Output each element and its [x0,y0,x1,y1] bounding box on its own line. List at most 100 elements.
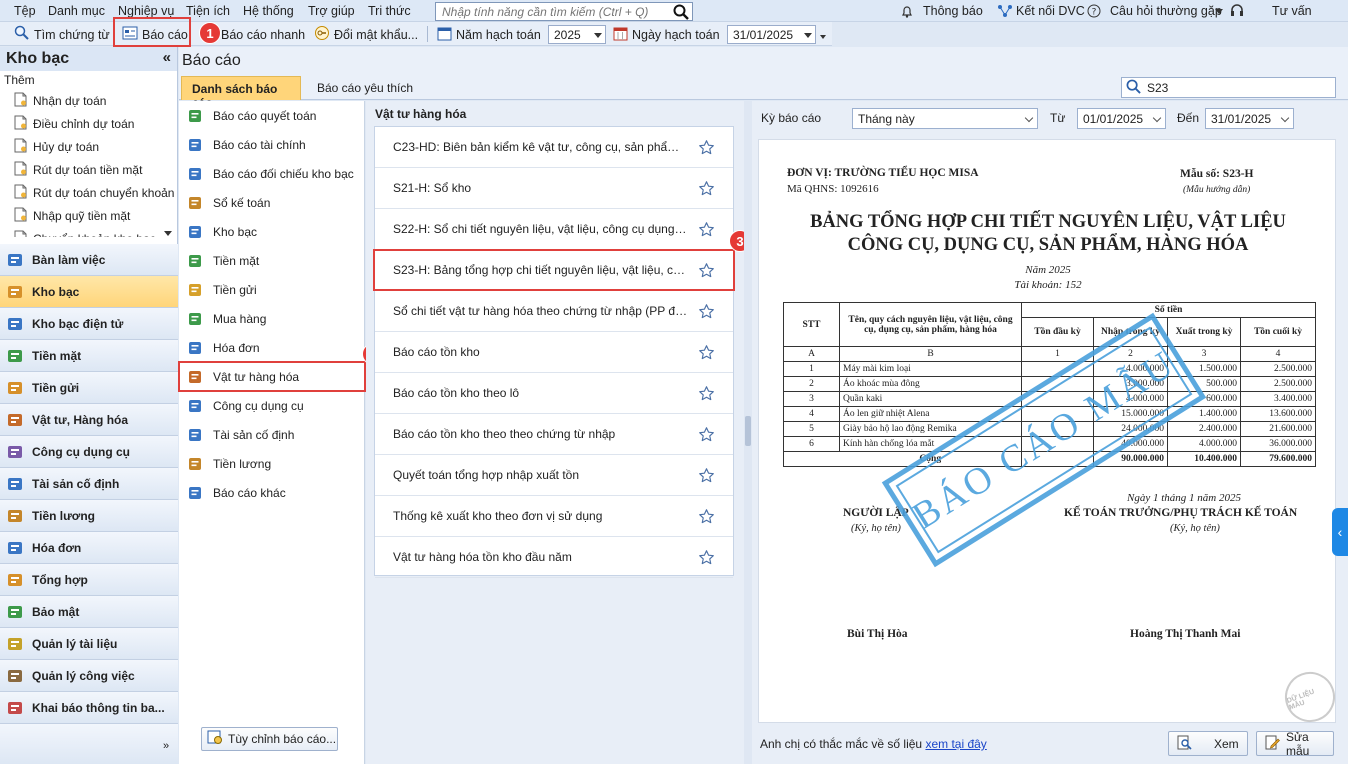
nav-item-declaration[interactable]: Khai báo thông tin ba... [0,692,178,724]
question-icon[interactable]: ? [1087,4,1101,21]
nav-item-summary[interactable]: Tổng hợp [0,564,178,596]
tab-report-list[interactable]: Danh sách báo cáo [181,76,301,110]
menu-system[interactable]: Hệ thống [243,4,294,18]
nav-item-tools[interactable]: Công cụ dụng cụ [0,436,178,468]
customize-report-button[interactable]: Tùy chỉnh báo cáo... [201,727,338,751]
more-label[interactable]: Thêm [0,71,177,89]
double-chevron-down-icon[interactable]: » [163,740,169,752]
star-icon[interactable] [698,139,715,159]
star-icon[interactable] [698,180,715,200]
report-item[interactable]: Thống kê xuất kho theo đơn vị sử dụng [375,496,733,537]
side-expand-tab[interactable]: ‹ [1332,508,1348,556]
report-item[interactable]: Sổ chi tiết vật tư hàng hóa theo chứng t… [375,291,733,332]
category-item[interactable]: Hóa đơn [179,333,365,362]
search-icon[interactable] [673,4,689,23]
feature-search-input[interactable] [436,3,664,20]
menu-catalog[interactable]: Danh mục [48,4,105,18]
nav-item-tasks[interactable]: Quản lý công việc [0,660,178,692]
left-sub-item[interactable]: Điều chỉnh dự toán [0,112,177,135]
faq-link[interactable]: Câu hỏi thường gặp [1110,4,1222,18]
double-chevron-left-icon[interactable]: « [163,49,171,66]
support-link[interactable]: Tư vấn [1272,4,1312,18]
left-sub-item[interactable]: Hủy dự toán [0,135,177,158]
nav-item-label: Tổng hợp [32,572,88,587]
nav-item-security[interactable]: Bảo mật [0,596,178,628]
left-sub-item[interactable]: Nhận dự toán [0,89,177,112]
category-item[interactable]: Sổ kế toán [179,188,365,217]
view-button[interactable]: Xem [1168,731,1248,756]
headset-icon[interactable] [1229,3,1245,21]
posting-date-select[interactable]: 31/01/2025 [727,25,816,44]
nav-item-invoice[interactable]: Hóa đơn [0,532,178,564]
category-item[interactable]: Tiền lương [179,449,365,478]
menu-utilities[interactable]: Tiện ích [186,4,230,18]
category-item[interactable]: Tiền mặt [179,246,365,275]
report-item[interactable]: C23-HD: Biên bản kiểm kê vật tư, công cụ… [375,127,733,168]
category-item[interactable]: Báo cáo đối chiếu kho bạc [179,159,365,188]
from-date-select[interactable]: 01/01/2025 [1077,108,1166,129]
nav-item-payroll[interactable]: Tiền lương [0,500,178,532]
category-item[interactable]: Tiền gửi [179,275,365,304]
period-select[interactable]: Tháng này [852,108,1038,129]
left-sub-item[interactable]: Nhập quỹ tiền mặt [0,204,177,227]
report-item[interactable]: Báo cáo tồn kho theo theo chứng từ nhập [375,414,733,455]
edit-template-button[interactable]: Sửa mẫu [1256,730,1334,758]
splitter-grip-icon[interactable] [745,416,751,446]
nav-item-label: Tài sản cố định [32,476,120,491]
category-item[interactable]: Công cụ dụng cụ [179,391,365,420]
report-item[interactable]: Báo cáo tồn kho [375,332,733,373]
report-item[interactable]: Vật tư hàng hóa tồn kho đầu năm [375,537,733,578]
report-item[interactable]: Quyết toán tổng hợp nhập xuất tồn [375,455,733,496]
change-password-button[interactable]: Đổi mật khẩu... [314,25,418,44]
tab-favorite-reports[interactable]: Báo cáo yêu thích [307,76,423,100]
nav-item-inventory[interactable]: Vật tư, Hàng hóa [0,404,178,436]
star-icon[interactable] [698,221,715,241]
connect-dvc-link[interactable]: Kết nối DVC [1016,4,1085,18]
star-icon[interactable] [698,549,715,569]
help-link[interactable]: xem tại đây [925,737,986,751]
splitter[interactable] [744,101,752,764]
toolbar-overflow-icon[interactable] [820,35,826,39]
star-icon[interactable] [698,303,715,323]
notify-link[interactable]: Thông báo [923,4,983,18]
menu-file[interactable]: Tệp [14,4,36,18]
report-item[interactable]: Báo cáo tồn kho theo lô [375,373,733,414]
nav-item-documents[interactable]: Quản lý tài liệu [0,628,178,660]
category-item[interactable]: Báo cáo khác [179,478,365,507]
left-sub-item[interactable]: Rút dự toán chuyển khoản [0,181,177,204]
report-search-input[interactable]: S23 [1121,77,1336,98]
nav-item-e-treasury[interactable]: Kho bạc điện tử [0,308,178,340]
nav-item-deposit[interactable]: Tiền gửi [0,372,178,404]
star-icon[interactable] [698,426,715,446]
nav-item-dashboard[interactable]: Bàn làm việc [0,244,178,276]
nav-item-label: Quản lý tài liệu [32,636,118,651]
nav-item-cash[interactable]: Tiền mặt [0,340,178,372]
menu-knowledge[interactable]: Tri thức [368,4,411,18]
menu-operations[interactable]: Nghiệp vụ [118,4,174,18]
star-icon[interactable] [698,467,715,487]
feature-search[interactable] [435,2,693,21]
nav-item-fixed-assets[interactable]: Tài sản cố định [0,468,178,500]
category-item[interactable]: Tài sản cố định [179,420,365,449]
find-voucher-button[interactable]: Tìm chứng từ [14,25,110,44]
star-icon[interactable] [698,344,715,364]
quick-report-button[interactable]: Báo cáo nhanh [221,25,305,44]
category-item[interactable]: Báo cáo quyết toán [179,101,365,130]
nav-item-treasury[interactable]: Kho bạc [0,276,178,308]
left-sub-item[interactable]: Rút dự toán tiền mặt [0,158,177,181]
bell-icon[interactable] [901,5,913,21]
star-icon[interactable] [698,508,715,528]
to-date-select[interactable]: 31/01/2025 [1205,108,1294,129]
report-item[interactable]: S22-H: Sổ chi tiết nguyên liệu, vật liệu… [375,209,733,250]
menu-help[interactable]: Trợ giúp [308,4,355,18]
report-item[interactable]: S21-H: Sổ kho [375,168,733,209]
fiscal-year-select[interactable]: 2025 [548,25,606,44]
star-icon[interactable] [698,385,715,405]
category-item[interactable]: Báo cáo tài chính [179,130,365,159]
category-item[interactable]: Mua hàng [179,304,365,333]
scroll-down-icon[interactable] [164,231,172,236]
connect-icon[interactable] [997,4,1013,21]
category-item[interactable]: Kho bạc [179,217,365,246]
dropdown-arrow-icon[interactable] [1215,9,1223,14]
left-sub-item[interactable]: Chuyển khoản kho bạc [0,227,177,237]
